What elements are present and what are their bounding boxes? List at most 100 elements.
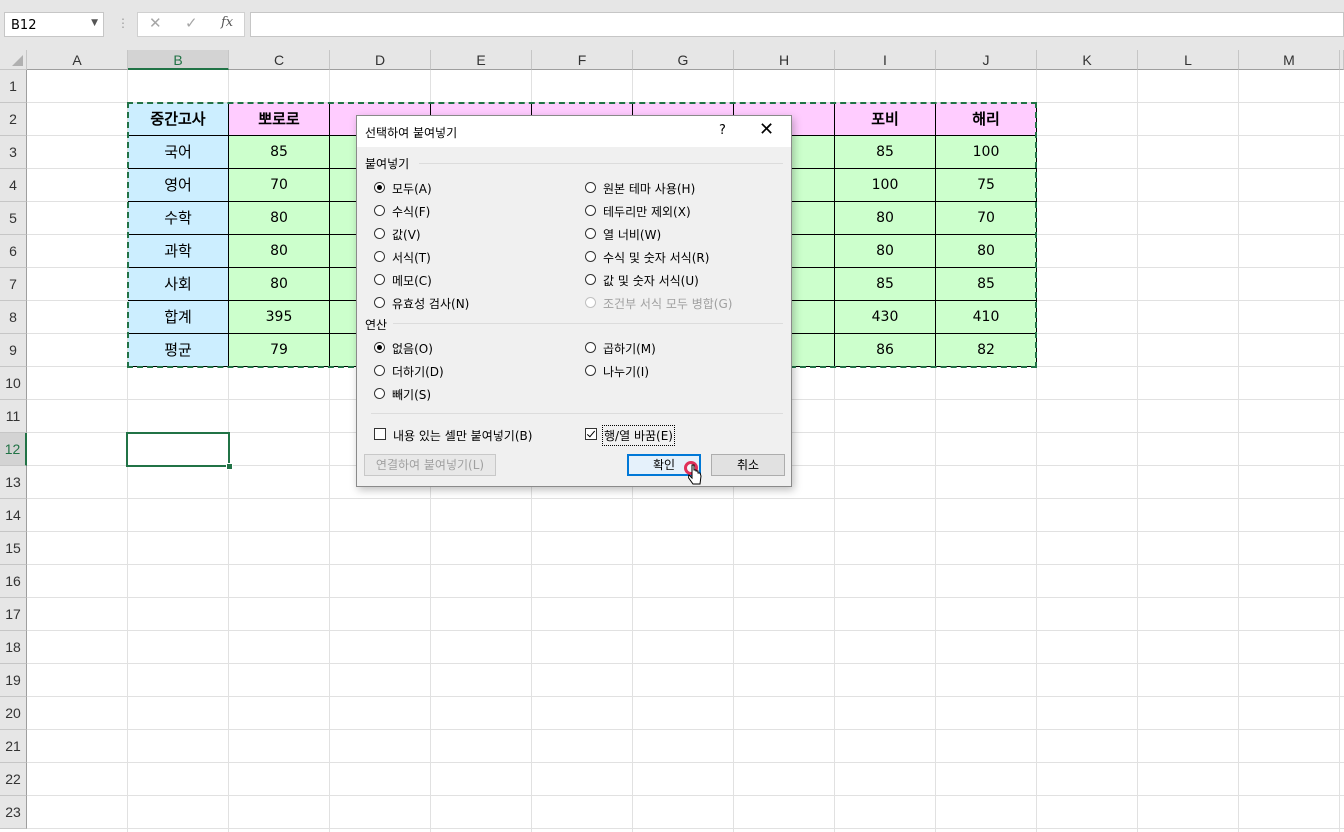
row-header-6[interactable]: 6 — [0, 235, 27, 268]
table-header-cell[interactable]: 해리 — [936, 103, 1037, 136]
radio-label[interactable]: 수식 및 숫자 서식(R) — [603, 249, 709, 266]
table-cell[interactable]: 70 — [936, 202, 1037, 235]
column-header-h[interactable]: H — [734, 50, 835, 70]
table-cell[interactable]: 75 — [936, 169, 1037, 202]
table-cell[interactable]: 100 — [835, 169, 936, 202]
column-header-a[interactable]: A — [27, 50, 128, 70]
table-cell[interactable]: 80 — [229, 202, 330, 235]
column-header-e[interactable]: E — [431, 50, 532, 70]
table-cell[interactable]: 70 — [229, 169, 330, 202]
table-cell[interactable]: 80 — [936, 235, 1037, 268]
row-header-23[interactable]: 23 — [0, 796, 27, 829]
table-row-label[interactable]: 사회 — [128, 268, 229, 301]
close-icon[interactable]: ✕ — [759, 119, 774, 140]
table-header-cell[interactable]: 중간고사 — [128, 103, 229, 136]
column-header-d[interactable]: D — [330, 50, 431, 70]
row-header-15[interactable]: 15 — [0, 532, 27, 565]
table-cell[interactable]: 85 — [835, 268, 936, 301]
row-header-3[interactable]: 3 — [0, 136, 27, 169]
radio-label[interactable]: 조건부 서식 모두 병합(G) — [603, 295, 732, 312]
select-all-button[interactable] — [0, 50, 27, 70]
radio-label[interactable]: 서식(T) — [392, 249, 431, 266]
radio-operation-options-left-1[interactable] — [374, 365, 385, 376]
radio-operation-options-left-0[interactable] — [374, 342, 385, 353]
column-header-b[interactable]: B — [128, 50, 229, 70]
table-row-label[interactable]: 국어 — [128, 136, 229, 169]
row-header-22[interactable]: 22 — [0, 763, 27, 796]
row-header-16[interactable]: 16 — [0, 565, 27, 598]
table-header-cell[interactable]: 뽀로로 — [229, 103, 330, 136]
row-header-7[interactable]: 7 — [0, 268, 27, 301]
table-cell[interactable]: 85 — [835, 136, 936, 169]
column-header-j[interactable]: J — [936, 50, 1037, 70]
column-header-f[interactable]: F — [532, 50, 633, 70]
column-header-c[interactable]: C — [229, 50, 330, 70]
row-header-19[interactable]: 19 — [0, 664, 27, 697]
help-icon[interactable]: ? — [719, 123, 726, 138]
check-icon[interactable]: ✓ — [185, 14, 198, 32]
row-header-5[interactable]: 5 — [0, 202, 27, 235]
radio-label[interactable]: 값 및 숫자 서식(U) — [603, 272, 699, 289]
radio-label[interactable]: 모두(A) — [392, 180, 432, 197]
skip-blanks-label[interactable]: 내용 있는 셀만 붙여넣기(B) — [393, 427, 532, 444]
row-header-12[interactable]: 12 — [0, 433, 27, 466]
table-header-cell[interactable]: 포비 — [835, 103, 936, 136]
transpose-checkbox[interactable] — [585, 428, 597, 440]
skip-blanks-checkbox[interactable] — [374, 428, 386, 440]
row-header-14[interactable]: 14 — [0, 499, 27, 532]
row-header-18[interactable]: 18 — [0, 631, 27, 664]
row-header-21[interactable]: 21 — [0, 730, 27, 763]
radio-label[interactable]: 열 너비(W) — [603, 226, 661, 243]
radio-label[interactable]: 더하기(D) — [392, 363, 444, 380]
row-header-1[interactable]: 1 — [0, 70, 27, 103]
row-header-20[interactable]: 20 — [0, 697, 27, 730]
table-cell[interactable]: 85 — [229, 136, 330, 169]
table-cell[interactable]: 86 — [835, 334, 936, 367]
table-cell[interactable]: 430 — [835, 301, 936, 334]
radio-paste-options-right-0[interactable] — [585, 182, 596, 193]
radio-operation-options-right-0[interactable] — [585, 342, 596, 353]
function-icon[interactable]: fx — [221, 15, 233, 30]
radio-label[interactable]: 메모(C) — [392, 272, 432, 289]
table-row-label[interactable]: 수학 — [128, 202, 229, 235]
formula-input[interactable] — [250, 12, 1344, 37]
radio-operation-options-left-2[interactable] — [374, 388, 385, 399]
radio-paste-options-right-3[interactable] — [585, 251, 596, 262]
table-cell[interactable]: 395 — [229, 301, 330, 334]
table-cell[interactable]: 79 — [229, 334, 330, 367]
column-header-i[interactable]: I — [835, 50, 936, 70]
table-row-label[interactable]: 영어 — [128, 169, 229, 202]
radio-paste-options-right-1[interactable] — [585, 205, 596, 216]
radio-label[interactable]: 곱하기(M) — [603, 340, 656, 357]
table-cell[interactable]: 410 — [936, 301, 1037, 334]
radio-operation-options-right-1[interactable] — [585, 365, 596, 376]
table-cell[interactable]: 80 — [835, 202, 936, 235]
table-cell[interactable]: 80 — [229, 268, 330, 301]
table-cell[interactable]: 80 — [835, 235, 936, 268]
radio-label[interactable]: 나누기(I) — [603, 363, 649, 380]
radio-paste-options-left-4[interactable] — [374, 274, 385, 285]
paste-link-button[interactable]: 연결하여 붙여넣기(L) — [364, 454, 496, 476]
column-header-m[interactable]: M — [1239, 50, 1340, 70]
cancel-icon[interactable]: ✕ — [149, 14, 162, 32]
radio-paste-options-right-4[interactable] — [585, 274, 596, 285]
row-header-13[interactable]: 13 — [0, 466, 27, 499]
cancel-button[interactable]: 취소 — [711, 454, 785, 476]
table-row-label[interactable]: 합계 — [128, 301, 229, 334]
radio-paste-options-right-5[interactable] — [585, 297, 596, 308]
row-header-9[interactable]: 9 — [0, 334, 27, 367]
table-row-label[interactable]: 평균 — [128, 334, 229, 367]
radio-label[interactable]: 없음(O) — [392, 340, 433, 357]
radio-label[interactable]: 값(V) — [392, 226, 421, 243]
table-cell[interactable]: 100 — [936, 136, 1037, 169]
radio-paste-options-left-3[interactable] — [374, 251, 385, 262]
table-cell[interactable]: 82 — [936, 334, 1037, 367]
column-header-k[interactable]: K — [1037, 50, 1138, 70]
table-cell[interactable]: 85 — [936, 268, 1037, 301]
row-header-4[interactable]: 4 — [0, 169, 27, 202]
chevron-down-icon[interactable]: ▼ — [91, 18, 98, 28]
radio-paste-options-left-0[interactable] — [374, 182, 385, 193]
column-header-l[interactable]: L — [1138, 50, 1239, 70]
fill-handle[interactable] — [226, 463, 233, 470]
radio-label[interactable]: 테두리만 제외(X) — [603, 203, 691, 220]
